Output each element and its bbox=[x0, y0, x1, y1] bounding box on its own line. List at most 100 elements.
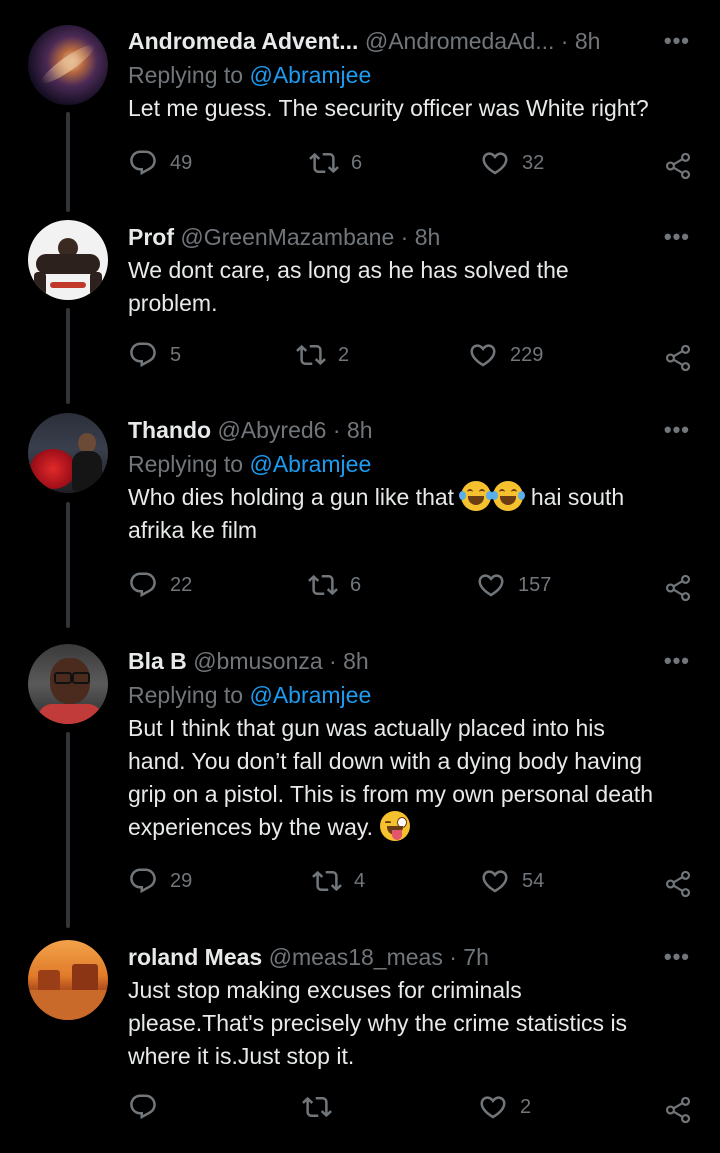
user-handle[interactable]: @Abyred6 bbox=[217, 417, 326, 443]
retweet-count: 2 bbox=[338, 343, 350, 366]
retweet-icon bbox=[296, 340, 326, 370]
display-name[interactable]: Andromeda Advent... bbox=[128, 28, 358, 54]
like-button[interactable]: 32 bbox=[480, 148, 544, 178]
reply-count: 22 bbox=[170, 573, 193, 596]
more-horizontal-icon[interactable]: ••• bbox=[664, 24, 690, 58]
display-name[interactable]: roland Meas bbox=[128, 944, 262, 970]
thread-line bbox=[66, 502, 70, 628]
heart-icon bbox=[480, 866, 510, 896]
tweet[interactable]: Thando @Abyred6 · 8h ••• Replying to @Ab… bbox=[0, 400, 720, 632]
tweet[interactable]: Andromeda Advent... @AndromedaAd... · 8h… bbox=[0, 0, 720, 212]
tweet-text: Who dies holding a gun like that hai sou… bbox=[128, 481, 696, 547]
reply-button[interactable]: 22 bbox=[128, 570, 192, 600]
thread-line bbox=[66, 308, 70, 404]
timestamp[interactable]: 7h bbox=[463, 944, 489, 970]
reply-button[interactable]: 5 bbox=[128, 340, 181, 370]
timestamp[interactable]: 8h bbox=[347, 417, 373, 443]
tweet-actions: 22 6 157 bbox=[128, 570, 696, 610]
mention-link[interactable]: @Abramjee bbox=[249, 62, 371, 88]
retweet-button[interactable] bbox=[302, 1092, 332, 1122]
user-handle[interactable]: @meas18_meas bbox=[269, 944, 443, 970]
tweet-text-line: grip on a pistol. This is from my own pe… bbox=[128, 781, 653, 807]
display-name[interactable]: Bla B bbox=[128, 648, 187, 674]
timestamp[interactable]: 8h bbox=[575, 28, 601, 54]
heart-icon bbox=[478, 1092, 508, 1122]
retweet-icon bbox=[312, 866, 342, 896]
reply-count: 49 bbox=[170, 151, 193, 174]
tweet-text: Just stop making excuses for criminals p… bbox=[128, 974, 696, 1073]
separator-dot: · bbox=[400, 224, 409, 250]
retweet-icon bbox=[308, 570, 338, 600]
retweet-count: 4 bbox=[354, 869, 366, 892]
replies-feed: Andromeda Advent... @AndromedaAd... · 8h… bbox=[0, 0, 720, 1153]
tweet-text-line: afrika ke film bbox=[128, 517, 258, 543]
separator-dot: · bbox=[332, 417, 341, 443]
tweet-text-line: where it is.Just stop it. bbox=[128, 1043, 355, 1069]
like-count: 229 bbox=[510, 343, 544, 366]
tears-of-joy-emoji bbox=[459, 481, 530, 511]
tweet[interactable]: Prof @GreenMazambane · 8h ••• We dont ca… bbox=[0, 200, 720, 404]
tweet-text-line: Who dies holding a gun like that bbox=[128, 484, 455, 510]
reply-icon bbox=[128, 148, 158, 178]
tweet[interactable]: Bla B @bmusonza · 8h ••• Replying to @Ab… bbox=[0, 632, 720, 928]
user-handle[interactable]: @AndromedaAd... bbox=[365, 28, 555, 54]
like-button[interactable]: 2 bbox=[478, 1092, 531, 1122]
share-button[interactable] bbox=[664, 870, 692, 898]
tweet-text-line: Just stop making excuses for criminals bbox=[128, 977, 522, 1003]
tweet-text: We dont care, as long as he has solved t… bbox=[128, 254, 696, 320]
retweet-button[interactable]: 2 bbox=[296, 340, 349, 370]
share-button[interactable] bbox=[664, 344, 692, 372]
reply-button[interactable]: 49 bbox=[128, 148, 192, 178]
mention-link[interactable]: @Abramjee bbox=[249, 682, 371, 708]
display-name[interactable]: Prof bbox=[128, 224, 174, 250]
tweet-header: Prof @GreenMazambane · 8h ••• bbox=[128, 220, 696, 254]
heart-icon bbox=[476, 570, 506, 600]
avatar[interactable] bbox=[28, 413, 108, 493]
tweet-header: Thando @Abyred6 · 8h ••• bbox=[128, 413, 696, 447]
tweet-text: Let me guess. The security officer was W… bbox=[128, 92, 696, 125]
replying-to: Replying to @Abramjee bbox=[128, 447, 696, 481]
more-horizontal-icon[interactable]: ••• bbox=[664, 413, 690, 447]
like-button[interactable]: 157 bbox=[476, 570, 551, 600]
display-name[interactable]: Thando bbox=[128, 417, 211, 443]
share-button[interactable] bbox=[664, 152, 692, 180]
share-icon bbox=[664, 152, 692, 180]
share-button[interactable] bbox=[664, 574, 692, 602]
more-horizontal-icon[interactable]: ••• bbox=[664, 644, 690, 678]
heart-icon bbox=[468, 340, 498, 370]
more-horizontal-icon[interactable]: ••• bbox=[664, 220, 690, 254]
tweet-text-line: But I think that gun was actually placed… bbox=[128, 715, 605, 741]
retweet-button[interactable]: 6 bbox=[308, 570, 361, 600]
reply-button[interactable]: 29 bbox=[128, 866, 192, 896]
retweet-count: 6 bbox=[351, 151, 363, 174]
tweet-header: roland Meas @meas18_meas · 7h ••• bbox=[128, 940, 696, 974]
like-button[interactable]: 229 bbox=[468, 340, 543, 370]
user-handle[interactable]: @bmusonza bbox=[193, 648, 322, 674]
timestamp[interactable]: 8h bbox=[343, 648, 369, 674]
mention-link[interactable]: @Abramjee bbox=[249, 451, 371, 477]
reply-icon bbox=[128, 340, 158, 370]
separator-dot: · bbox=[560, 28, 569, 54]
timestamp[interactable]: 8h bbox=[415, 224, 441, 250]
tweet-text-line: problem. bbox=[128, 290, 218, 316]
reply-count: 29 bbox=[170, 869, 193, 892]
tweet-text: But I think that gun was actually placed… bbox=[128, 712, 696, 844]
retweet-button[interactable]: 4 bbox=[312, 866, 365, 896]
replying-to: Replying to @Abramjee bbox=[128, 678, 696, 712]
heart-icon bbox=[480, 148, 510, 178]
tweet[interactable]: roland Meas @meas18_meas · 7h ••• Just s… bbox=[0, 928, 720, 1153]
retweet-count: 6 bbox=[350, 573, 362, 596]
share-button[interactable] bbox=[664, 1096, 692, 1124]
replying-to: Replying to @Abramjee bbox=[128, 58, 696, 92]
more-horizontal-icon[interactable]: ••• bbox=[664, 940, 690, 974]
avatar[interactable] bbox=[28, 25, 108, 105]
reply-count: 5 bbox=[170, 343, 182, 366]
retweet-button[interactable]: 6 bbox=[309, 148, 362, 178]
reply-button[interactable] bbox=[128, 1092, 158, 1122]
retweet-icon bbox=[309, 148, 339, 178]
avatar[interactable] bbox=[28, 644, 108, 724]
like-button[interactable]: 54 bbox=[480, 866, 544, 896]
avatar[interactable] bbox=[28, 940, 108, 1020]
avatar[interactable] bbox=[28, 220, 108, 300]
user-handle[interactable]: @GreenMazambane bbox=[180, 224, 394, 250]
